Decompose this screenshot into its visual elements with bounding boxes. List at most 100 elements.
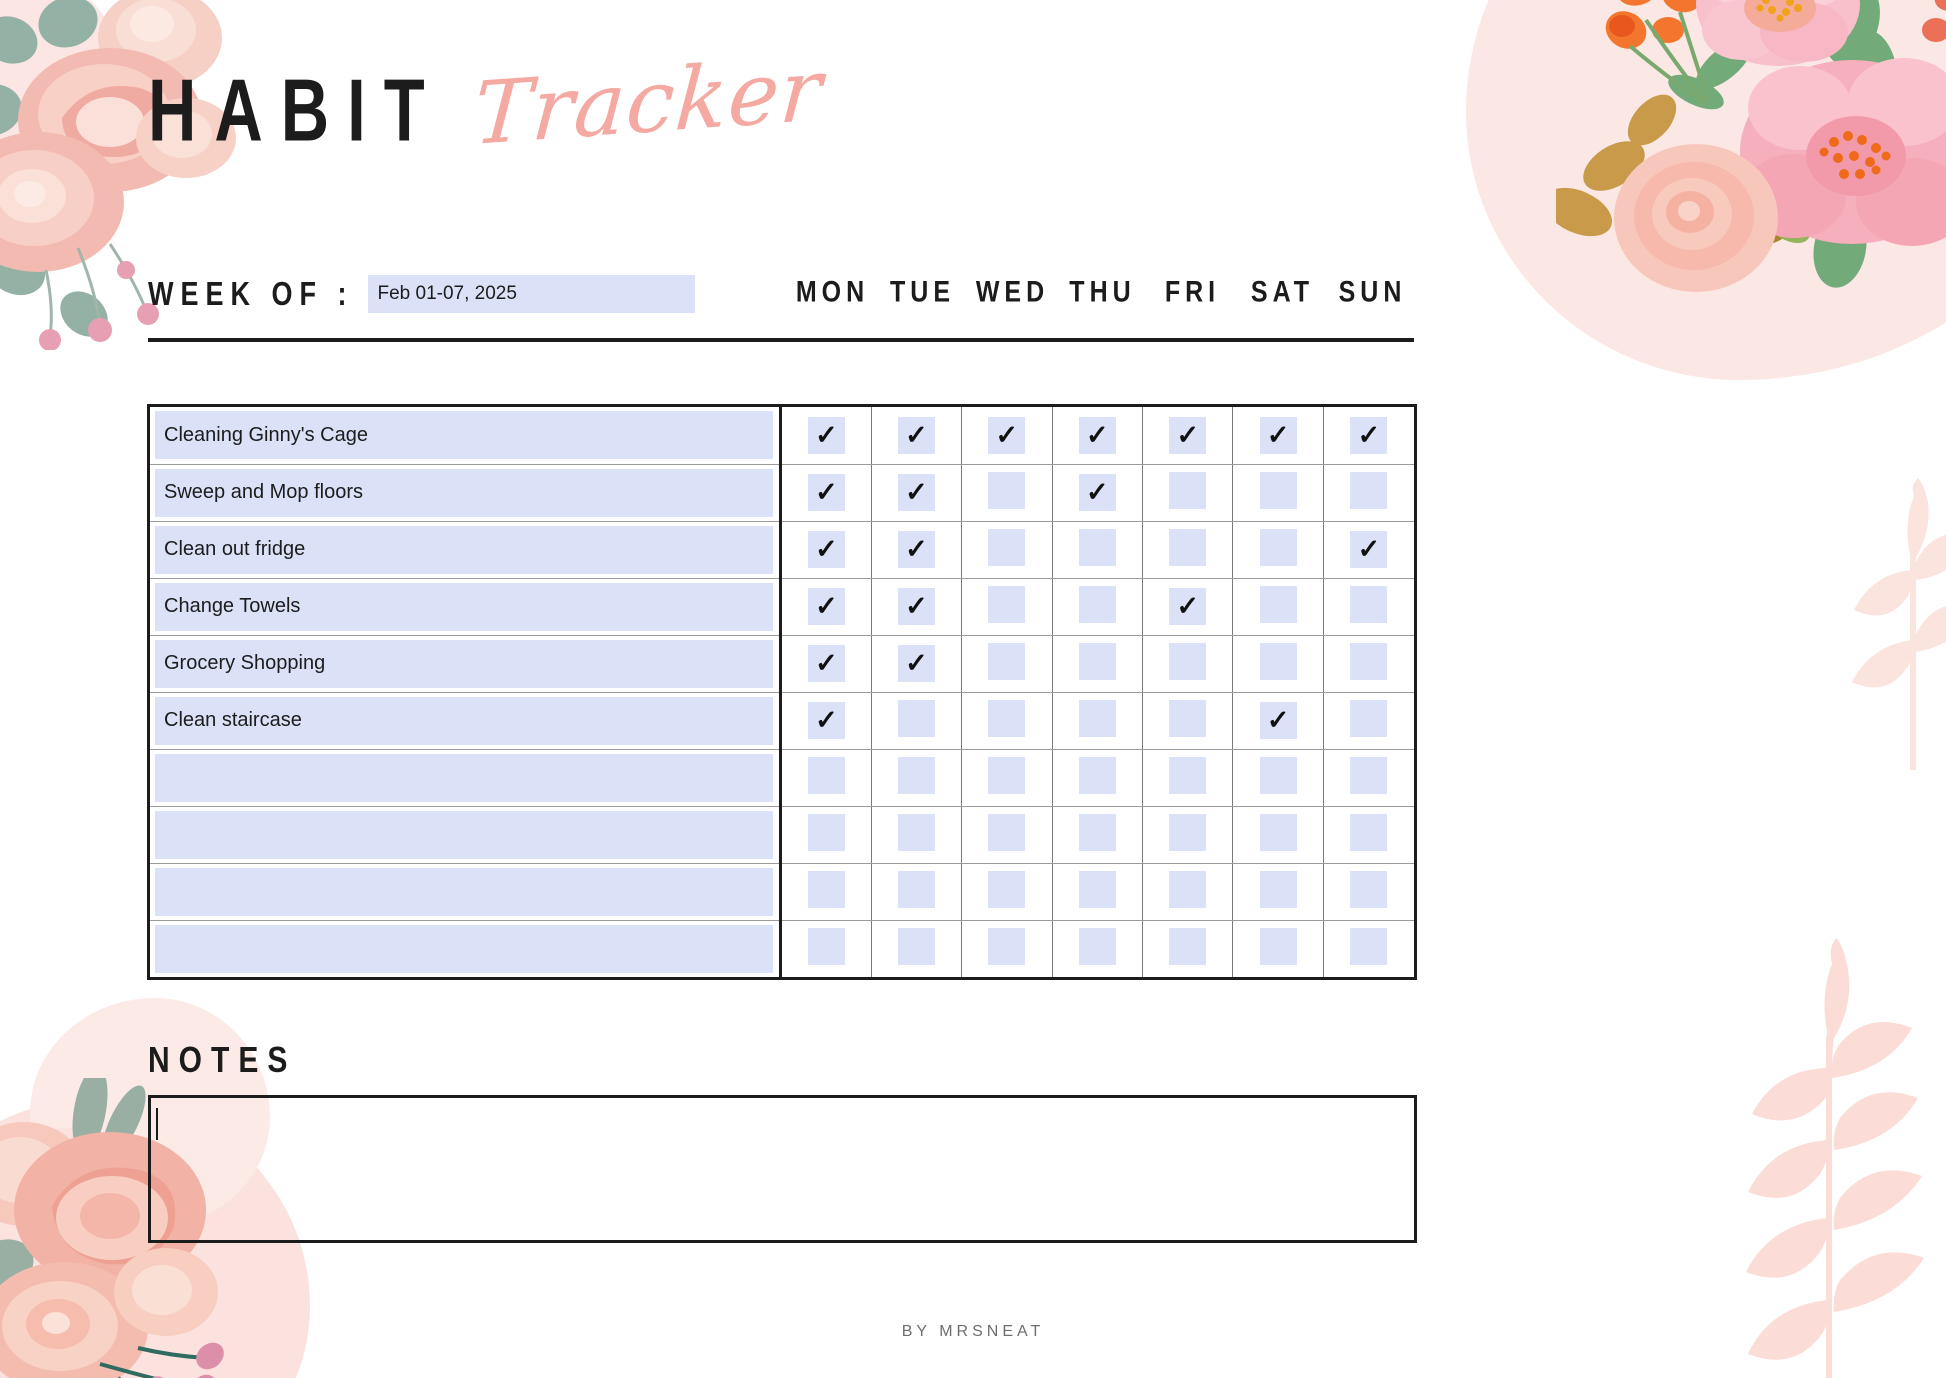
empty-checkbox[interactable] — [1169, 642, 1207, 680]
habit-day-cell-wed[interactable] — [961, 464, 1053, 522]
empty-checkbox[interactable] — [1169, 756, 1207, 794]
empty-checkbox[interactable] — [1259, 756, 1297, 794]
checkmark-icon[interactable] — [1078, 474, 1116, 511]
empty-checkbox[interactable] — [988, 528, 1026, 566]
empty-checkbox[interactable] — [1078, 642, 1116, 680]
habit-day-cell-wed[interactable] — [961, 407, 1053, 465]
habit-day-cell-sun[interactable] — [1323, 521, 1414, 579]
checkmark-icon[interactable] — [807, 474, 845, 511]
empty-checkbox[interactable] — [1350, 585, 1388, 623]
habit-day-cell-sun[interactable] — [1323, 407, 1414, 465]
checkmark-icon[interactable] — [1169, 588, 1207, 625]
checkmark-icon[interactable] — [897, 645, 935, 682]
checkmark-icon[interactable] — [1169, 416, 1207, 454]
empty-checkbox[interactable] — [1350, 471, 1388, 509]
empty-checkbox[interactable] — [807, 870, 845, 908]
checkmark-icon[interactable] — [1259, 702, 1297, 739]
habit-day-cell-wed[interactable] — [961, 578, 1053, 636]
habit-day-cell-sun[interactable] — [1323, 578, 1414, 636]
checkmark-icon[interactable] — [1259, 416, 1297, 454]
habit-day-cell-fri[interactable] — [1142, 920, 1234, 977]
empty-checkbox[interactable] — [988, 699, 1026, 737]
checkmark-icon[interactable] — [1350, 416, 1388, 454]
habit-day-cell-tue[interactable] — [871, 749, 963, 807]
empty-checkbox[interactable] — [897, 756, 935, 794]
task-name-input[interactable] — [155, 924, 774, 973]
empty-checkbox[interactable] — [1078, 927, 1116, 965]
empty-checkbox[interactable] — [988, 756, 1026, 794]
task-name-input[interactable]: Grocery Shopping — [155, 639, 774, 688]
empty-checkbox[interactable] — [1259, 585, 1297, 623]
habit-day-cell-wed[interactable] — [961, 806, 1053, 864]
empty-checkbox[interactable] — [1169, 870, 1207, 908]
habit-day-cell-fri[interactable] — [1142, 521, 1234, 579]
empty-checkbox[interactable] — [1169, 927, 1207, 965]
checkmark-icon[interactable] — [807, 702, 845, 739]
habit-day-cell-thu[interactable] — [1052, 578, 1144, 636]
habit-day-cell-sun[interactable] — [1323, 635, 1414, 693]
habit-day-cell-mon[interactable] — [780, 920, 872, 977]
empty-checkbox[interactable] — [1078, 528, 1116, 566]
habit-day-cell-sat[interactable] — [1232, 920, 1324, 977]
habit-day-cell-sat[interactable] — [1232, 692, 1324, 750]
empty-checkbox[interactable] — [897, 870, 935, 908]
habit-day-cell-mon[interactable] — [780, 464, 872, 522]
empty-checkbox[interactable] — [988, 642, 1026, 680]
task-name-input[interactable] — [155, 753, 774, 802]
checkmark-icon[interactable] — [988, 416, 1026, 454]
habit-day-cell-mon[interactable] — [780, 863, 872, 921]
empty-checkbox[interactable] — [1078, 870, 1116, 908]
checkmark-icon[interactable] — [1350, 531, 1388, 568]
empty-checkbox[interactable] — [807, 756, 845, 794]
habit-day-cell-tue[interactable] — [871, 863, 963, 921]
habit-day-cell-tue[interactable] — [871, 635, 963, 693]
checkmark-icon[interactable] — [897, 531, 935, 568]
habit-day-cell-thu[interactable] — [1052, 692, 1144, 750]
habit-day-cell-sat[interactable] — [1232, 407, 1324, 465]
empty-checkbox[interactable] — [1259, 471, 1297, 509]
empty-checkbox[interactable] — [988, 585, 1026, 623]
habit-day-cell-thu[interactable] — [1052, 464, 1144, 522]
habit-day-cell-fri[interactable] — [1142, 806, 1234, 864]
empty-checkbox[interactable] — [1259, 870, 1297, 908]
empty-checkbox[interactable] — [1259, 927, 1297, 965]
habit-day-cell-tue[interactable] — [871, 578, 963, 636]
habit-day-cell-mon[interactable] — [780, 578, 872, 636]
habit-day-cell-sat[interactable] — [1232, 464, 1324, 522]
empty-checkbox[interactable] — [1078, 585, 1116, 623]
checkmark-icon[interactable] — [897, 474, 935, 511]
habit-day-cell-sun[interactable] — [1323, 806, 1414, 864]
habit-day-cell-mon[interactable] — [780, 806, 872, 864]
habit-day-cell-fri[interactable] — [1142, 464, 1234, 522]
empty-checkbox[interactable] — [988, 813, 1026, 851]
empty-checkbox[interactable] — [1259, 528, 1297, 566]
habit-day-cell-tue[interactable] — [871, 920, 963, 977]
habit-day-cell-fri[interactable] — [1142, 407, 1234, 465]
habit-day-cell-wed[interactable] — [961, 920, 1053, 977]
habit-day-cell-sun[interactable] — [1323, 692, 1414, 750]
habit-day-cell-thu[interactable] — [1052, 920, 1144, 977]
checkmark-icon[interactable] — [807, 645, 845, 682]
habit-day-cell-fri[interactable] — [1142, 635, 1234, 693]
checkmark-icon[interactable] — [807, 588, 845, 625]
empty-checkbox[interactable] — [897, 699, 935, 737]
habit-day-cell-fri[interactable] — [1142, 749, 1234, 807]
habit-day-cell-thu[interactable] — [1052, 407, 1144, 465]
habit-day-cell-sat[interactable] — [1232, 806, 1324, 864]
habit-day-cell-wed[interactable] — [961, 749, 1053, 807]
habit-day-cell-thu[interactable] — [1052, 521, 1144, 579]
checkmark-icon[interactable] — [1078, 416, 1116, 454]
empty-checkbox[interactable] — [1350, 870, 1388, 908]
week-of-input[interactable]: Feb 01-07, 2025 — [367, 275, 695, 313]
task-name-input[interactable]: Change Towels — [155, 582, 774, 631]
task-name-input[interactable]: Sweep and Mop floors — [155, 468, 774, 517]
empty-checkbox[interactable] — [1350, 642, 1388, 680]
habit-day-cell-mon[interactable] — [780, 692, 872, 750]
habit-day-cell-wed[interactable] — [961, 863, 1053, 921]
habit-day-cell-wed[interactable] — [961, 521, 1053, 579]
empty-checkbox[interactable] — [1169, 528, 1207, 566]
habit-day-cell-thu[interactable] — [1052, 749, 1144, 807]
habit-day-cell-sat[interactable] — [1232, 578, 1324, 636]
habit-day-cell-mon[interactable] — [780, 521, 872, 579]
empty-checkbox[interactable] — [807, 927, 845, 965]
